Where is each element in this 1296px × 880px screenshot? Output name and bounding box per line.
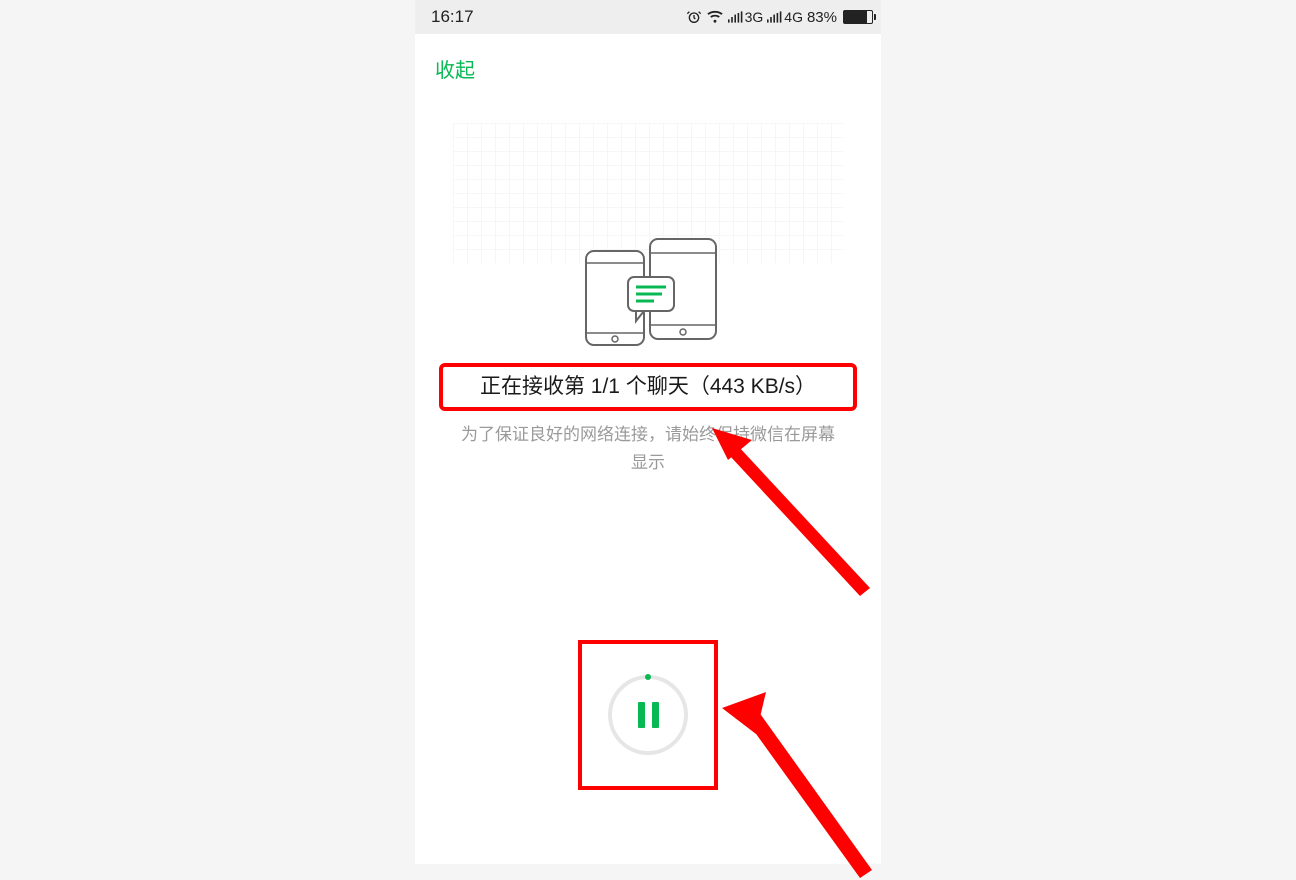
battery-icon	[843, 10, 873, 24]
wifi-icon	[706, 10, 724, 24]
signal-4g: 4G	[767, 9, 803, 25]
label-4g: 4G	[784, 9, 803, 25]
progress-indicator-dot	[645, 674, 651, 680]
pause-button[interactable]	[608, 675, 688, 755]
annotation-arrow-bottom	[710, 680, 890, 880]
battery-percent: 83%	[807, 9, 837, 26]
transfer-status-text: 正在接收第 1/1 个聊天（443 KB/s）	[449, 371, 847, 403]
alarm-icon	[686, 9, 702, 25]
status-highlight-box: 正在接收第 1/1 个聊天（443 KB/s）	[439, 363, 857, 411]
signal-icon	[728, 11, 744, 23]
pause-icon	[638, 702, 659, 728]
pause-area	[578, 640, 718, 790]
phone-transfer-icon	[558, 233, 738, 353]
status-bar: 16:17 3G 4G 83%	[415, 0, 881, 34]
pause-highlight-box	[578, 640, 718, 790]
signal-icon	[767, 11, 783, 23]
label-3g: 3G	[745, 9, 764, 25]
signal-3g: 3G	[728, 9, 764, 25]
collapse-button[interactable]: 收起	[415, 34, 495, 103]
annotation-arrow-top	[700, 420, 880, 600]
status-indicators: 3G 4G 83%	[686, 9, 873, 26]
status-time: 16:17	[431, 7, 474, 27]
